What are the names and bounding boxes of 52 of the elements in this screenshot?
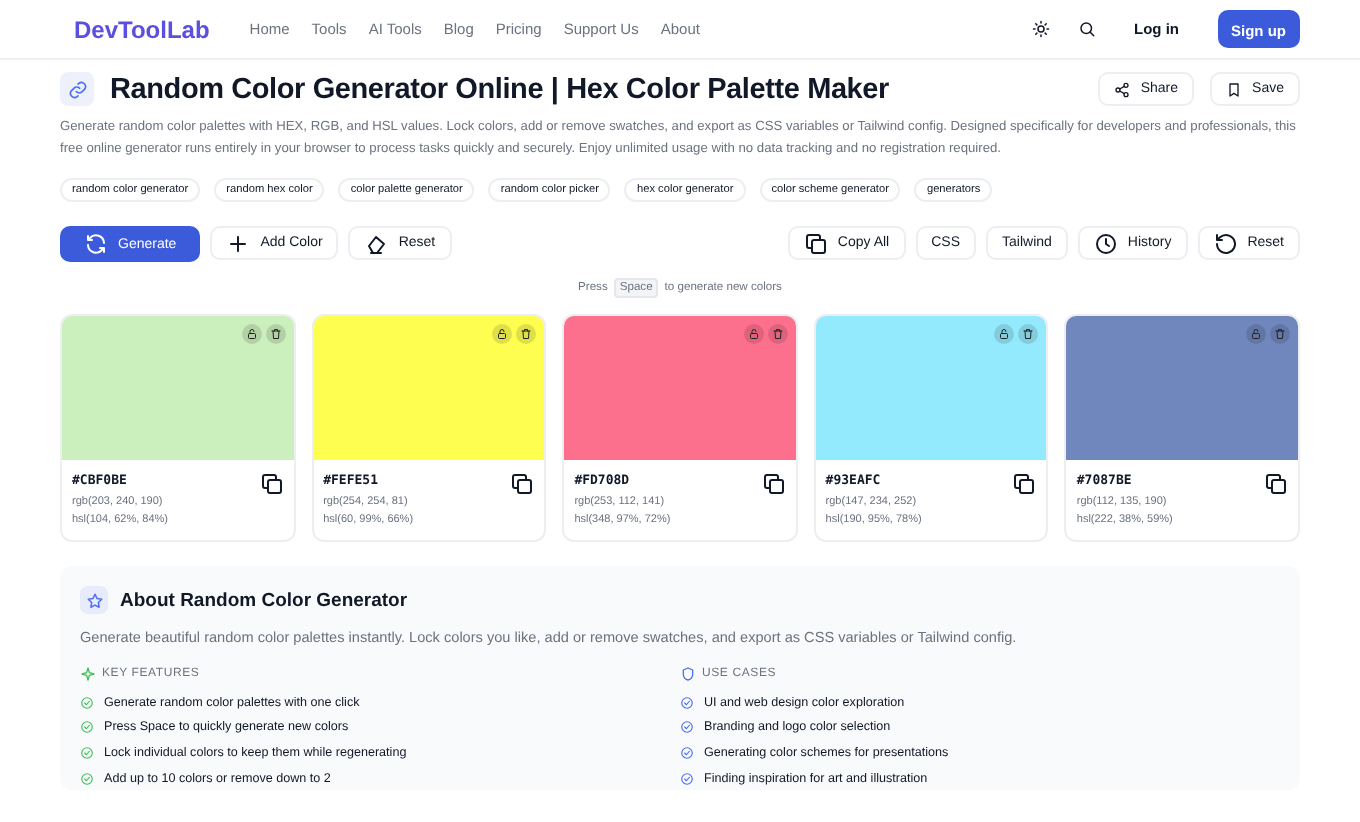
lock-button[interactable] <box>994 324 1015 344</box>
star-drawing <box>85 591 103 609</box>
delete-button[interactable] <box>265 324 286 344</box>
sun-icon <box>1032 20 1050 38</box>
bookmark-icon <box>1226 81 1243 97</box>
check-circle-icon <box>680 771 694 786</box>
lock-icon <box>747 328 760 340</box>
page-title: Random Color Generator Online | Hex Color Palette Maker <box>110 73 891 105</box>
delete-button[interactable] <box>516 324 537 344</box>
check-circle-icon <box>680 745 694 760</box>
shield-icon <box>680 666 696 682</box>
check-circle-icon <box>680 695 694 710</box>
check-circle-icon <box>80 720 94 735</box>
trash-icon <box>520 328 533 340</box>
copy-icon <box>259 472 284 496</box>
search-icon <box>1078 20 1096 38</box>
check-circle-icon <box>80 771 94 786</box>
logo[interactable]: DevToolLab <box>74 15 210 43</box>
lock-icon <box>1249 328 1262 340</box>
share-icon <box>1114 81 1131 97</box>
refresh-icon <box>84 232 108 256</box>
lock-icon <box>496 328 509 340</box>
lock-icon <box>998 328 1011 340</box>
section-title: About Random Color Generator <box>120 589 408 611</box>
trash-icon <box>1273 328 1286 340</box>
delete-button[interactable] <box>1018 324 1039 344</box>
sparkle-icon <box>80 666 96 682</box>
lock-button[interactable] <box>492 324 513 344</box>
lock-button[interactable] <box>743 324 764 344</box>
eraser-icon <box>364 231 389 255</box>
trash-icon <box>269 328 282 340</box>
undo-icon <box>1213 231 1238 255</box>
trash-icon <box>771 328 784 340</box>
copy-icon <box>761 472 786 496</box>
color-swatch[interactable] <box>62 316 294 460</box>
copy-icon <box>1263 472 1288 496</box>
copy-icon <box>510 472 535 496</box>
delete-button[interactable] <box>767 324 788 344</box>
check-circle-icon <box>680 720 694 735</box>
lock-button[interactable] <box>241 324 262 344</box>
trash-icon <box>1022 328 1035 340</box>
check-circle-icon <box>80 695 94 710</box>
copy-icon <box>803 231 828 255</box>
lock-icon <box>245 328 258 340</box>
plus-icon <box>226 231 251 255</box>
color-swatch[interactable] <box>313 316 545 460</box>
color-swatch[interactable] <box>815 316 1047 460</box>
color-swatch[interactable] <box>564 316 796 460</box>
chain-drawing <box>67 79 87 99</box>
copy-icon <box>1012 472 1037 496</box>
check-circle-icon <box>80 745 94 760</box>
clock-icon <box>1093 231 1118 255</box>
